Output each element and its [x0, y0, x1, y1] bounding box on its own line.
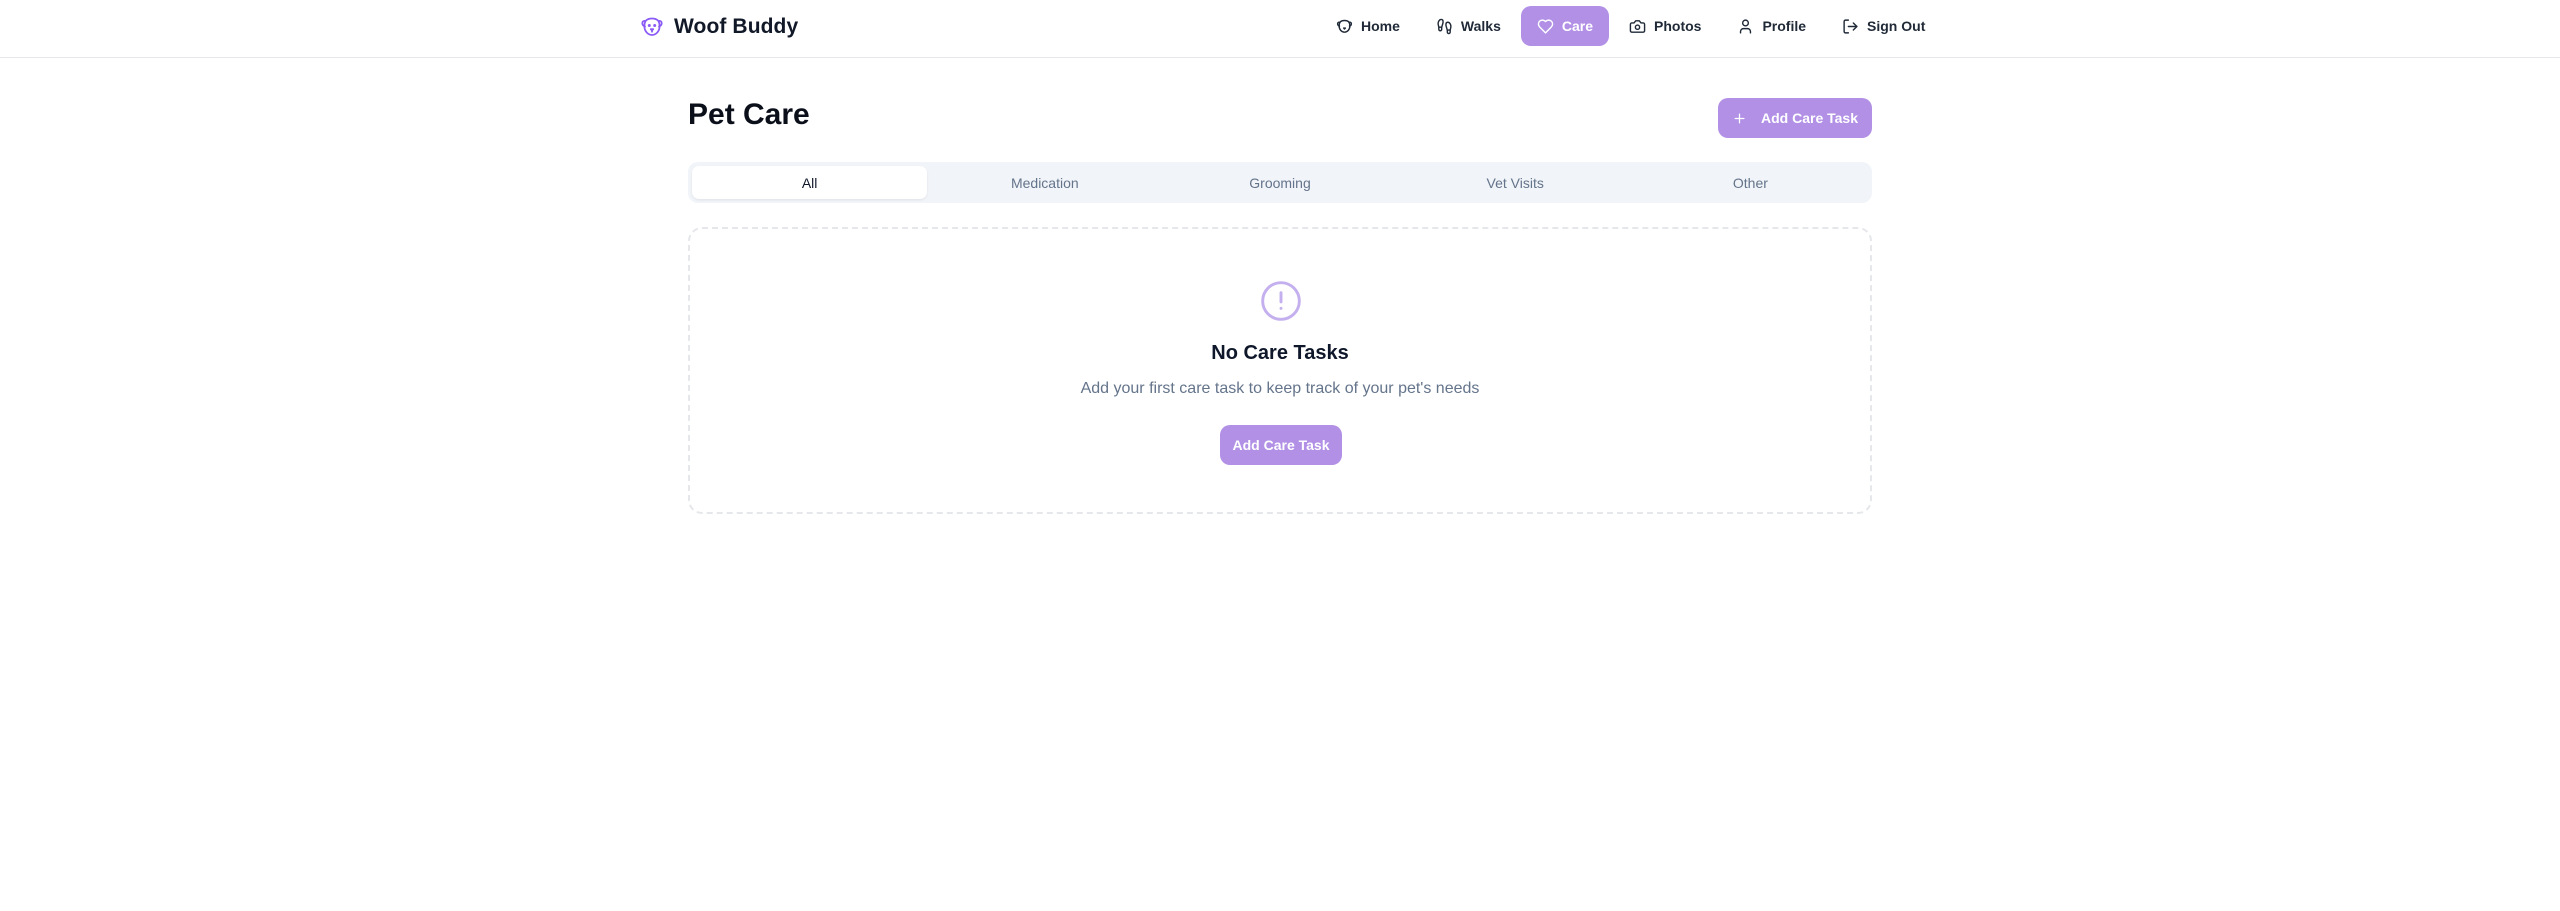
nav-photos-label: Photos — [1654, 18, 1702, 34]
add-care-task-button[interactable]: Add Care Task — [1718, 98, 1872, 138]
alert-circle-icon — [1261, 281, 1301, 321]
user-icon — [1740, 18, 1752, 34]
top-navbar: Woof Buddy Home Walks Care Photos Profil… — [0, 0, 2560, 58]
dog-icon — [1336, 19, 1353, 33]
brand-name: Woof Buddy — [674, 15, 799, 38]
logout-icon — [1843, 18, 1858, 34]
empty-state-add-button[interactable]: Add Care Task — [1220, 425, 1342, 465]
nav-care-label: Care — [1561, 18, 1593, 34]
plus-icon — [1734, 113, 1745, 123]
nav-photos[interactable]: Photos — [1613, 6, 1717, 46]
nav-sign-out-label: Sign Out — [1867, 18, 1926, 34]
tab-grooming[interactable]: Grooming — [1162, 166, 1397, 199]
empty-state: No Care Tasks Add your first care task t… — [688, 227, 1872, 514]
footprints-icon — [1437, 18, 1452, 34]
brand[interactable]: Woof Buddy — [640, 12, 798, 42]
page-title: Pet Care — [688, 98, 810, 131]
empty-state-title: No Care Tasks — [1211, 342, 1349, 364]
nav-care[interactable]: Care — [1520, 6, 1609, 46]
nav-home[interactable]: Home — [1320, 6, 1416, 46]
dog-logo-icon — [641, 17, 663, 36]
nav-profile[interactable]: Profile — [1721, 6, 1822, 46]
heart-icon — [1537, 18, 1554, 34]
tab-medication[interactable]: Medication — [927, 166, 1162, 199]
nav-profile-label: Profile — [1762, 18, 1807, 34]
tab-vet-visits[interactable]: Vet Visits — [1398, 166, 1633, 199]
category-tabs: All Medication Grooming Vet Visits Other — [688, 162, 1872, 203]
nav-sign-out[interactable]: Sign Out — [1826, 6, 1941, 46]
nav-walks[interactable]: Walks — [1420, 6, 1517, 46]
add-care-task-label: Add Care Task — [1761, 110, 1858, 126]
empty-state-description: Add your first care task to keep track o… — [1080, 380, 1480, 397]
tab-all[interactable]: All — [692, 166, 928, 199]
nav-home-label: Home — [1361, 18, 1400, 34]
nav-walks-label: Walks — [1460, 18, 1501, 34]
tab-other[interactable]: Other — [1633, 166, 1868, 199]
main-nav: Home Walks Care Photos Profile Sign Out — [1320, 6, 1941, 46]
camera-icon — [1629, 19, 1646, 33]
